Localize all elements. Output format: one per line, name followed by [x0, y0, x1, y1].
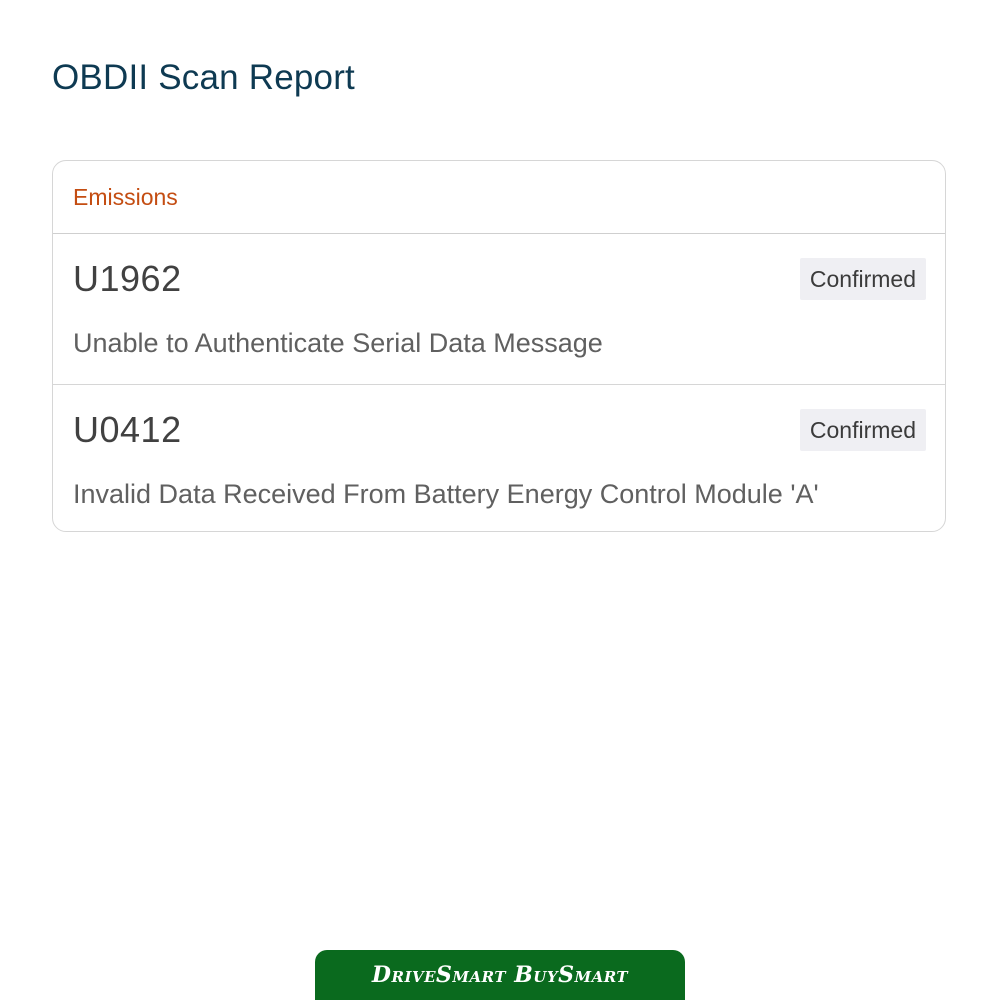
trouble-code: U0412	[73, 409, 182, 450]
status-badge: Confirmed	[799, 409, 926, 451]
brand-banner[interactable]: DriveSmart BuySmart	[315, 950, 685, 1000]
code-description: Invalid Data Received From Battery Energ…	[73, 479, 819, 509]
status-badge: Confirmed	[799, 258, 926, 300]
section-label: Emissions	[73, 183, 178, 210]
code-row[interactable]: U0412 Confirmed Invalid Data Received Fr…	[53, 384, 945, 531]
code-row[interactable]: U1962 Confirmed Unable to Authenticate S…	[53, 234, 945, 384]
page-title: OBDII Scan Report	[52, 58, 355, 97]
scan-report-page: OBDII Scan Report Emissions U1962 Confir…	[0, 0, 1000, 1000]
codes-card: Emissions U1962 Confirmed Unable to Auth…	[52, 160, 946, 532]
card-header: Emissions	[53, 161, 945, 234]
code-description: Unable to Authenticate Serial Data Messa…	[73, 328, 603, 358]
brand-logo: DriveSmart BuySmart	[371, 962, 629, 988]
trouble-code: U1962	[73, 258, 182, 299]
